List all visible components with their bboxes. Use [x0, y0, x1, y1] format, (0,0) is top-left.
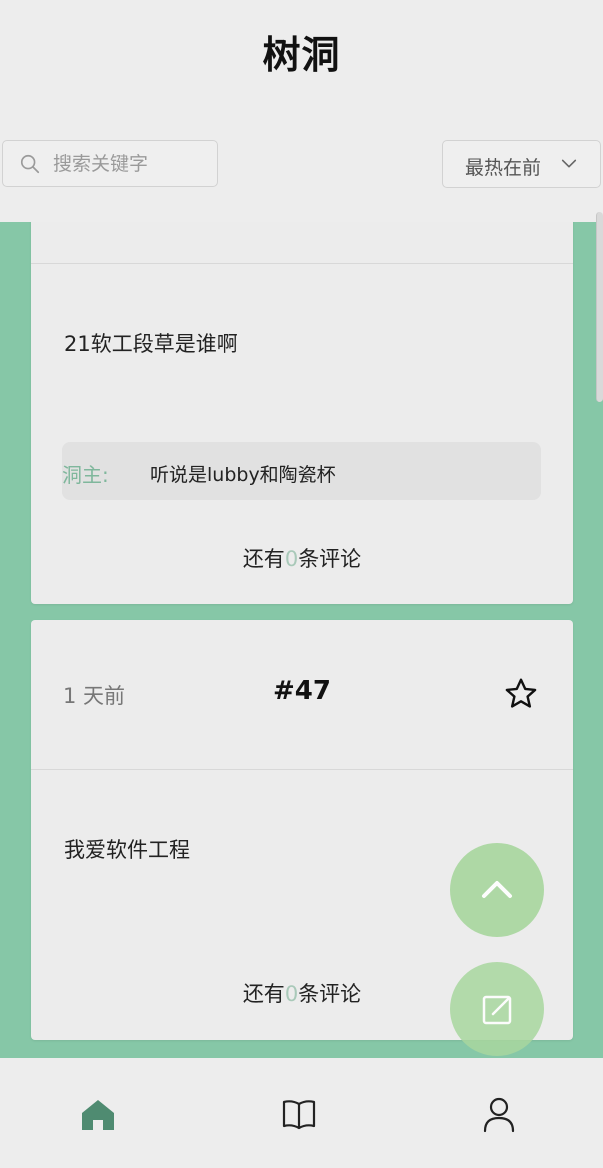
post-content: 21软工段草是谁啊 [64, 332, 238, 356]
new-post-button[interactable] [450, 962, 544, 1056]
post-id: #47 [273, 676, 331, 706]
reply-author: 洞主: [62, 463, 109, 487]
star-icon[interactable] [503, 676, 539, 712]
more-comments-link[interactable]: 还有0条评论 [31, 543, 573, 573]
page-title: 树洞 [262, 33, 341, 77]
more-comments-prefix: 还有 [242, 982, 285, 1006]
more-comments-suffix: 条评论 [298, 547, 362, 571]
chevron-down-icon [561, 159, 577, 168]
divider [31, 769, 573, 770]
search-input[interactable] [53, 141, 213, 186]
search-icon [20, 154, 40, 174]
bottom-tab-bar [0, 1058, 603, 1168]
sort-dropdown[interactable]: 最热在前 [442, 140, 601, 188]
scroll-top-button[interactable] [450, 843, 544, 937]
book-icon[interactable] [279, 1094, 319, 1134]
more-comments-prefix: 还有 [242, 547, 285, 571]
comment-count: 0 [284, 982, 299, 1006]
post-content: 我爱软件工程 [64, 838, 190, 862]
divider [31, 263, 573, 264]
post-card[interactable]: 21软工段草是谁啊 洞主: 听说是lubby和陶瓷杯 还有0条评论 [31, 222, 573, 604]
user-icon[interactable] [479, 1094, 519, 1134]
header: 树洞 [0, 0, 603, 100]
chevron-up-icon [482, 881, 512, 898]
comment-count: 0 [284, 547, 299, 571]
app-screen: 树洞 最热在前 21软工段草是谁啊 洞主: 听说是lubby和陶瓷杯 还有0条评… [0, 0, 603, 1168]
search-box[interactable] [2, 140, 218, 187]
more-comments-suffix: 条评论 [298, 982, 362, 1006]
edit-icon [482, 995, 512, 1025]
home-icon[interactable] [78, 1094, 118, 1134]
sort-selected-label: 最热在前 [465, 157, 542, 179]
reply-text: 听说是lubby和陶瓷杯 [150, 464, 336, 486]
reply-preview[interactable]: 洞主: 听说是lubby和陶瓷杯 [62, 442, 541, 500]
scrollbar[interactable] [596, 212, 603, 402]
